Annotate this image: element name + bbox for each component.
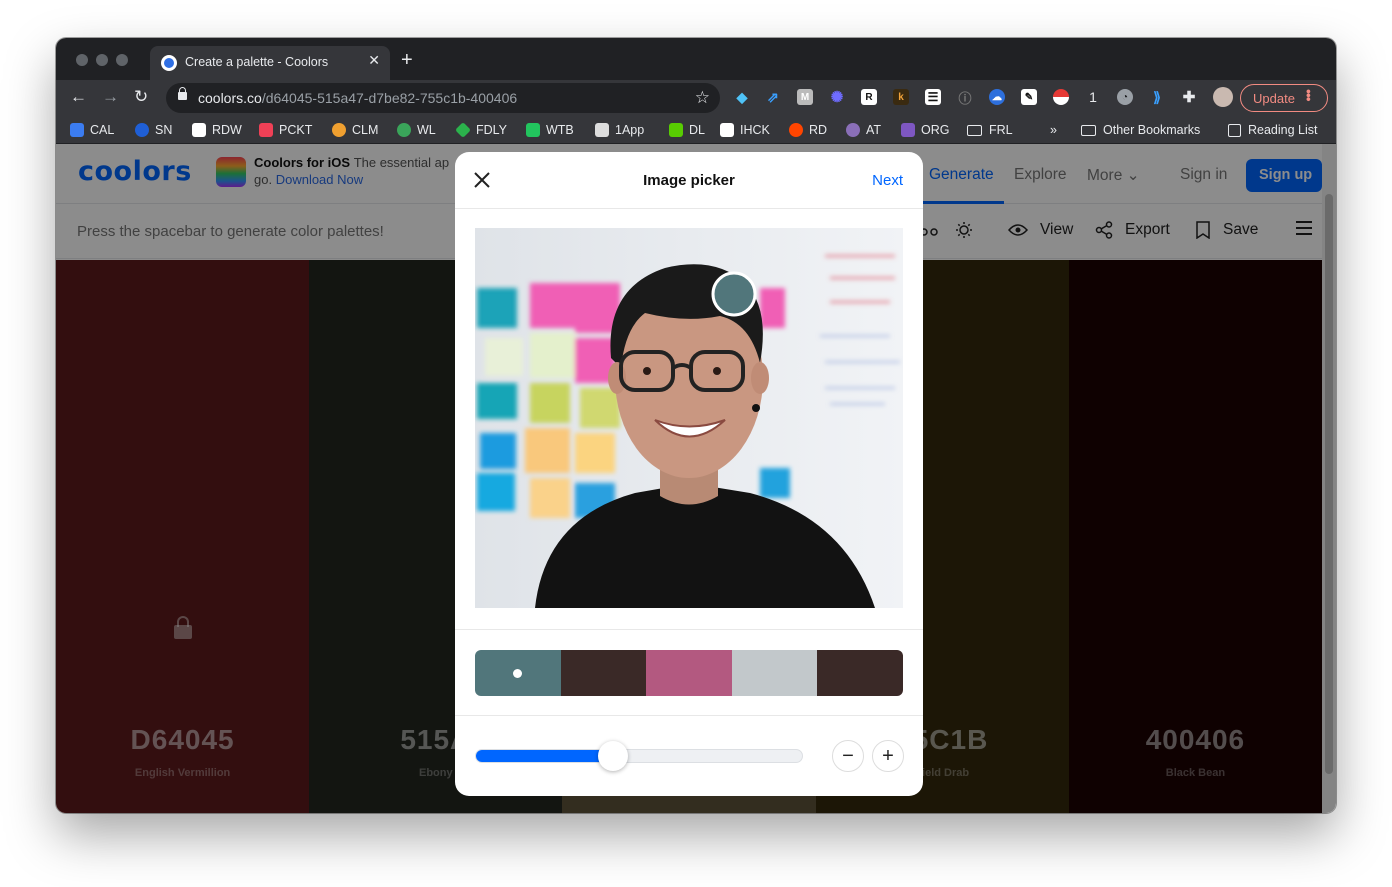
extracted-swatches [475,650,903,696]
bookmark-at[interactable]: AT [846,122,881,138]
lock-icon [178,87,187,100]
r-extension-icon[interactable]: R [861,89,877,105]
sn-icon [135,123,149,137]
clm-icon [332,123,346,137]
address-bar[interactable]: coolors.co/d64045-515a47-d7be82-755c1b-4… [166,83,720,113]
close-tab-icon[interactable]: ✕ [368,52,380,69]
coolors-favicon-icon [161,55,177,71]
1app-icon [595,123,609,137]
k-extension-icon[interactable]: k [893,89,909,105]
color-picker-handle[interactable] [711,271,757,317]
bookmark-1app[interactable]: 1App [595,122,644,138]
bookmark-rd[interactable]: RD [789,122,827,138]
puzzle-extensions-icon[interactable]: ✚ [1181,89,1197,106]
share-extension-icon[interactable]: ⇗ [765,89,781,105]
reddit-icon [789,123,803,137]
bookmarks-bar: CAL SN RDW PCKT CLM WL FDLY WTB 1App DL … [56,116,1336,144]
slider-thumb[interactable] [597,741,628,771]
m-extension-icon[interactable]: M [797,89,813,105]
org-icon [901,123,915,137]
rdw-icon [192,123,206,137]
menu-dots-icon[interactable]: ••• [1301,89,1317,101]
swatch-1[interactable] [475,650,561,696]
bookmark-star-icon[interactable]: ☆ [695,88,710,108]
bookmark-ihck[interactable]: IHCK [720,122,770,138]
pocket-icon [259,123,273,137]
bookmark-fdly[interactable]: FDLY [455,122,507,138]
browser-tab[interactable]: Create a palette - Coolors ✕ [150,46,390,80]
divider [455,715,923,716]
bookmarks-overflow-button[interactable]: » [1050,122,1057,138]
info-extension-icon[interactable]: ⓘ [957,89,973,106]
calendar-icon [70,123,84,137]
close-window-button[interactable] [76,54,88,66]
pen-extension-icon[interactable]: ✎ [1021,89,1037,105]
swatch-4[interactable] [731,650,818,696]
feedly-icon [455,122,471,138]
image-picker-modal: Image picker Next − + [455,152,923,796]
cloud-extension-icon[interactable]: ☁ [989,89,1005,105]
selected-swatch-indicator [513,668,523,678]
profile-avatar[interactable] [1213,87,1233,107]
tab-strip: Create a palette - Coolors ✕ + [56,38,1336,80]
modal-header: Image picker Next [455,152,923,209]
modal-title: Image picker [643,172,735,189]
reading-list[interactable]: Reading List [1228,122,1318,138]
wave-extension-icon[interactable]: ⟫ [1149,89,1165,105]
bookmark-cal[interactable]: CAL [70,122,114,138]
color-count-slider[interactable] [475,741,803,771]
folder-icon [967,124,982,136]
lines-extension-icon[interactable]: ☰ [925,89,941,105]
uploaded-photo[interactable] [475,228,903,608]
minimize-window-button[interactable] [96,54,108,66]
other-bookmarks[interactable]: Other Bookmarks [1081,122,1200,138]
url-text: coolors.co/d64045-515a47-d7be82-755c1b-4… [198,90,518,106]
bookmark-org[interactable]: ORG [901,122,949,138]
divider [455,629,923,630]
tab-title: Create a palette - Coolors [185,55,329,69]
bookmark-clm[interactable]: CLM [332,122,378,138]
bookmark-rdw[interactable]: RDW [192,122,242,138]
portrait-photo [475,228,903,608]
new-tab-button[interactable]: + [401,50,413,70]
ih-icon [720,123,734,137]
increase-button[interactable]: + [872,740,904,772]
reload-icon[interactable]: ↻ [134,88,148,106]
bookmark-frl[interactable]: FRL [967,122,1013,138]
browser-toolbar: ← → ↻ coolors.co/d64045-515a47-d7be82-75… [56,80,1336,116]
counter-extension-icon[interactable]: 1 [1085,89,1101,105]
swatch-3[interactable] [646,650,732,696]
slider-fill [476,750,613,762]
bookmark-wl[interactable]: WL [397,122,436,138]
swatch-2[interactable] [560,650,647,696]
update-button[interactable]: Update ••• [1240,84,1328,112]
bookmark-sn[interactable]: SN [135,122,172,138]
zoom-window-button[interactable] [116,54,128,66]
bookmark-dl[interactable]: DL [669,122,705,138]
next-button[interactable]: Next [872,172,903,189]
wl-icon [397,123,411,137]
wtb-icon [526,123,540,137]
swatch-5[interactable] [817,650,903,696]
forward-arrow-icon[interactable]: → [102,88,119,106]
circle-extension-icon[interactable]: ◔ [1117,89,1133,105]
back-arrow-icon[interactable]: ← [70,88,87,106]
reading-list-icon [1228,123,1241,137]
asterisk-extension-icon[interactable]: ✺ [829,89,845,106]
decrease-button[interactable]: − [832,740,864,772]
folder-icon [1081,124,1096,136]
at-icon [846,123,860,137]
pokeball-extension-icon[interactable] [1053,89,1069,105]
bookmark-pckt[interactable]: PCKT [259,122,312,138]
duolingo-icon [669,123,683,137]
bookmark-wtb[interactable]: WTB [526,122,574,138]
diamond-extension-icon[interactable]: ◆ [734,89,750,105]
